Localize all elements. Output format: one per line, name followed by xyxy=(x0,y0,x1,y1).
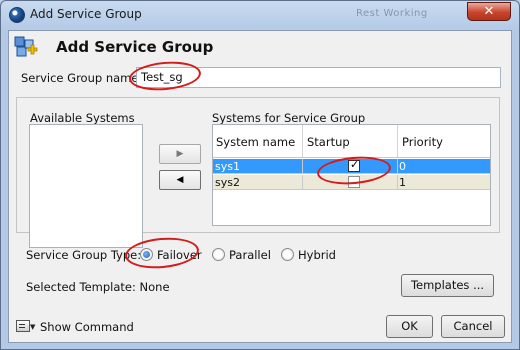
hybrid-label[interactable]: Hybrid xyxy=(298,248,336,262)
close-button[interactable]: ✕ xyxy=(467,2,511,21)
templates-button[interactable]: Templates ... xyxy=(401,274,494,297)
column-header-priority[interactable]: Priority xyxy=(402,135,443,149)
add-system-button[interactable]: ▶ xyxy=(159,144,201,164)
table-row[interactable]: sys1 ✓ 0 xyxy=(213,158,490,174)
service-group-type-label: Service Group Type: xyxy=(26,248,142,262)
title-bar[interactable]: Add Service Group Rest Working ✕ xyxy=(1,1,519,29)
ok-button[interactable]: OK xyxy=(386,315,433,338)
chevron-down-icon[interactable]: ▼ xyxy=(30,323,35,331)
dialog-body: Add Service Group Service Group name: Te… xyxy=(8,30,512,343)
column-header-system-name[interactable]: System name xyxy=(216,135,295,149)
table-header: System name Startup Priority xyxy=(213,125,490,158)
available-systems-list[interactable] xyxy=(29,124,143,248)
startup-checkbox[interactable]: ✓ xyxy=(348,158,360,172)
startup-checkbox[interactable] xyxy=(348,176,360,188)
remove-system-button[interactable]: ◀ xyxy=(159,170,201,190)
command-window-icon[interactable] xyxy=(16,320,30,332)
page-title: Add Service Group xyxy=(56,38,214,56)
show-command-link[interactable]: Show Command xyxy=(40,320,134,334)
selected-template-label: Selected Template: None xyxy=(26,280,170,294)
table-row[interactable]: sys2 1 xyxy=(213,175,490,190)
system-name-cell: sys2 xyxy=(215,176,240,189)
hybrid-radio[interactable] xyxy=(281,248,294,261)
failover-label[interactable]: Failover xyxy=(157,248,202,262)
cancel-button[interactable]: Cancel xyxy=(441,315,505,338)
failover-radio[interactable] xyxy=(140,248,153,261)
service-group-name-label: Service Group name: xyxy=(21,71,143,85)
available-systems-label: Available Systems xyxy=(30,111,135,125)
service-group-icon xyxy=(14,36,38,57)
add-service-group-dialog: Add Service Group Rest Working ✕ Add Ser… xyxy=(0,0,520,350)
column-header-startup[interactable]: Startup xyxy=(307,135,350,149)
title-ghost-text: Rest Working xyxy=(356,8,428,19)
system-name-cell: sys1 xyxy=(215,160,240,173)
service-group-name-input[interactable]: Test_sg xyxy=(136,67,501,88)
parallel-label[interactable]: Parallel xyxy=(229,248,271,262)
app-logo-icon xyxy=(9,7,25,23)
window-title: Add Service Group xyxy=(30,7,142,21)
parallel-radio[interactable] xyxy=(212,248,225,261)
priority-cell: 0 xyxy=(399,160,406,173)
systems-for-group-label: Systems for Service Group xyxy=(212,111,366,125)
priority-cell: 1 xyxy=(399,176,406,189)
check-icon: ✓ xyxy=(350,158,360,171)
systems-table: System name Startup Priority sys1 ✓ 0 sy… xyxy=(212,124,491,226)
